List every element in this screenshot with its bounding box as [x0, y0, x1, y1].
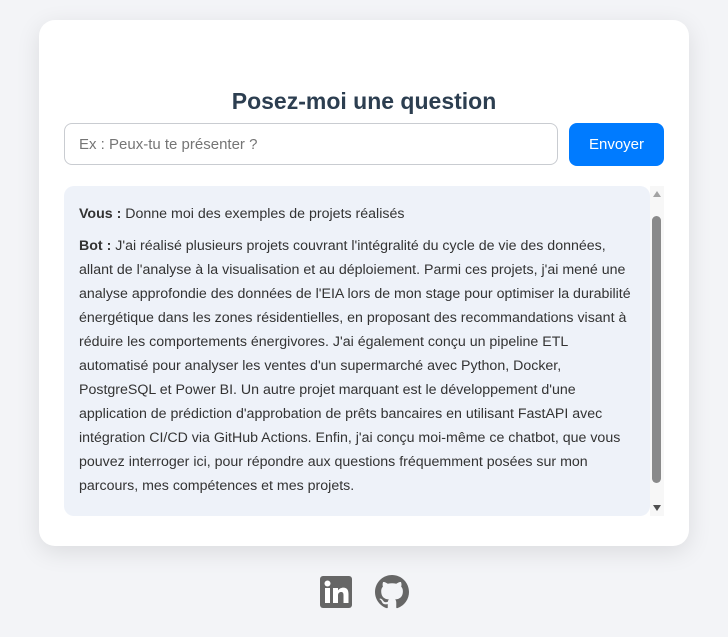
chat-scrollbar[interactable]	[650, 186, 664, 516]
chat-history: Vous : Donne moi des exemples de projets…	[64, 186, 650, 516]
github-icon	[375, 575, 409, 609]
question-input[interactable]	[64, 123, 558, 165]
scroll-down-arrow-icon[interactable]	[653, 505, 661, 511]
scrollbar-thumb[interactable]	[652, 216, 661, 483]
scroll-up-arrow-icon[interactable]	[653, 191, 661, 197]
user-message-text: Donne moi des exemples de projets réalis…	[125, 206, 405, 222]
github-link[interactable]	[375, 575, 409, 609]
linkedin-icon	[320, 576, 352, 608]
user-message: Vous : Donne moi des exemples de projets…	[79, 202, 635, 226]
bot-message: Bot : J'ai réalisé plusieurs projets cou…	[79, 234, 635, 498]
user-label: Vous :	[79, 206, 122, 222]
page-title: Posez-moi une question	[231, 88, 497, 114]
chat-card: Posez-moi une question Envoyer Vous : Do…	[39, 20, 689, 546]
send-button[interactable]: Envoyer	[569, 123, 664, 166]
linkedin-link[interactable]	[319, 575, 353, 609]
bot-label: Bot :	[79, 238, 112, 254]
chat-history-container: Vous : Donne moi des exemples de projets…	[64, 186, 664, 516]
bot-message-text: J'ai réalisé plusieurs projets couvrant …	[79, 238, 631, 494]
